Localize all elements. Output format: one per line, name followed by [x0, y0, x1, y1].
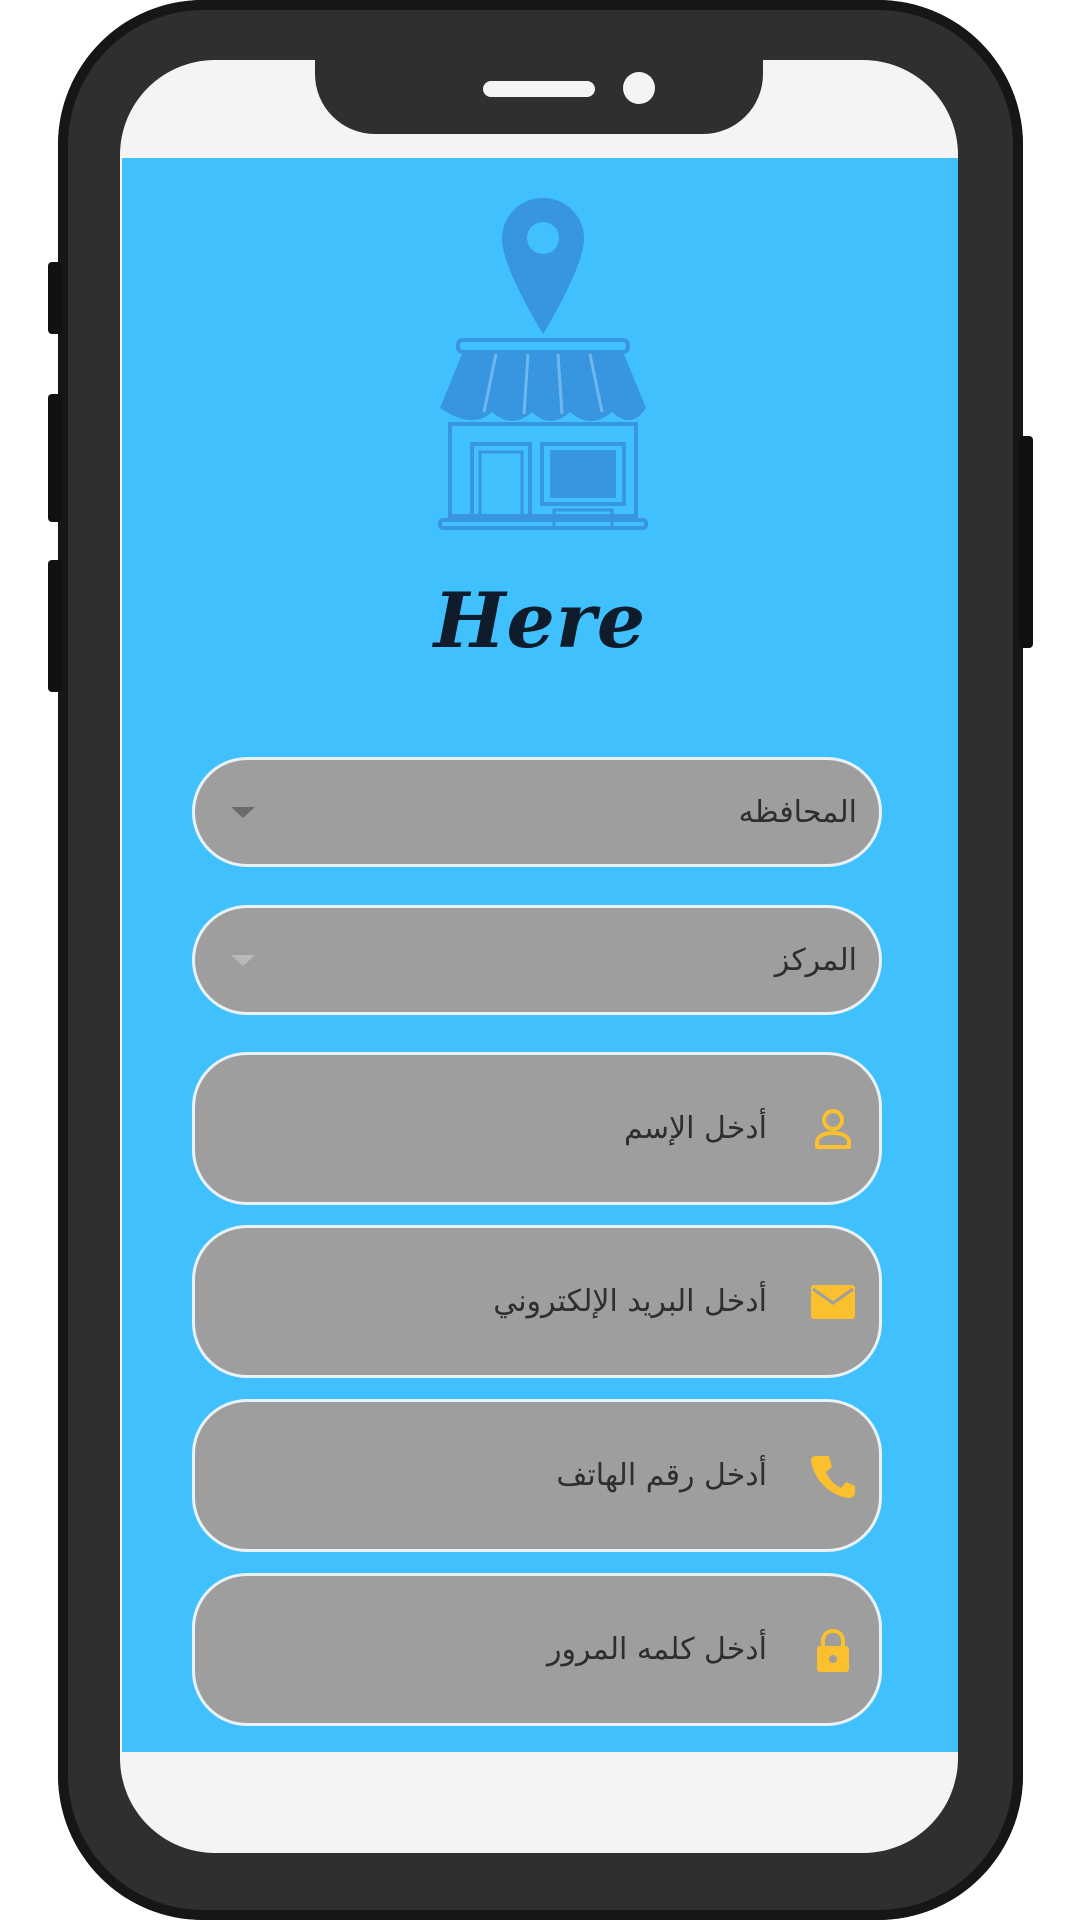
password-input[interactable]: أدخل كلمه المرور	[192, 1573, 882, 1726]
center-dropdown[interactable]: المركز	[192, 905, 882, 1015]
phone-volume-up-button	[48, 394, 62, 522]
name-placeholder: أدخل الإسم	[623, 1111, 767, 1146]
center-placeholder: المركز	[774, 942, 857, 978]
phone-placeholder: أدخل رقم الهاتف	[556, 1458, 767, 1493]
store-location-icon	[438, 198, 648, 530]
speaker-grille	[483, 81, 595, 97]
register-screen: Here المحافظه المركز أدخل الإسم أدخل الب…	[122, 158, 958, 1752]
phone-volume-down-button	[48, 560, 62, 692]
phone-screen: Here المحافظه المركز أدخل الإسم أدخل الب…	[120, 60, 958, 1853]
email-placeholder: أدخل البريد الإلكتروني	[493, 1284, 767, 1319]
phone-notch	[315, 60, 763, 134]
phone-mute-switch	[48, 262, 62, 334]
governorate-placeholder: المحافظه	[738, 794, 857, 830]
password-placeholder: أدخل كلمه المرور	[546, 1632, 767, 1667]
lock-icon	[817, 1628, 849, 1672]
phone-input[interactable]: أدخل رقم الهاتف	[192, 1399, 882, 1552]
phone-icon	[811, 1455, 855, 1498]
caret-down-icon	[231, 807, 255, 818]
phone-power-button	[1019, 436, 1033, 648]
app-title: Here	[433, 576, 647, 665]
front-camera	[623, 72, 655, 104]
email-input[interactable]: أدخل البريد الإلكتروني	[192, 1225, 882, 1378]
mail-icon	[811, 1284, 855, 1319]
caret-down-icon	[231, 955, 255, 966]
person-icon	[815, 1108, 851, 1149]
governorate-dropdown[interactable]: المحافظه	[192, 757, 882, 867]
name-input[interactable]: أدخل الإسم	[192, 1052, 882, 1205]
